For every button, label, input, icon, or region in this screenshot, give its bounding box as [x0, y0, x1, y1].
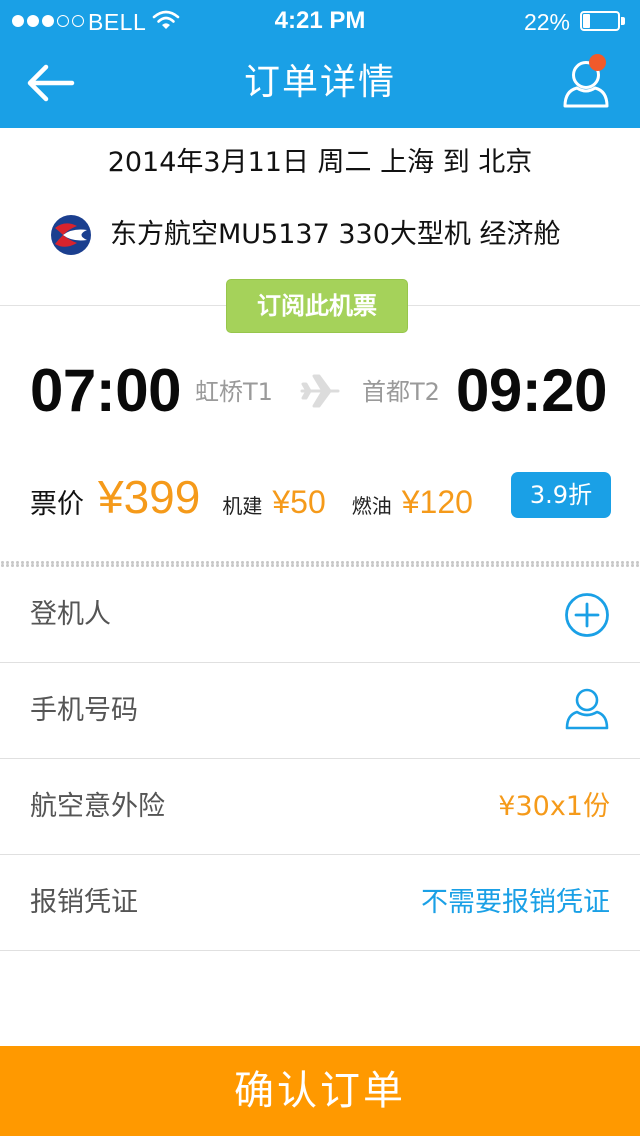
status-bar: BELL 4:21 PM 22%: [0, 0, 640, 40]
insurance-row[interactable]: 航空意外险 ¥30x1份: [0, 759, 640, 855]
passenger-row[interactable]: 登机人: [0, 567, 640, 663]
airport-fee-label: 机建: [222, 494, 263, 518]
flight-date-route: 2014年3月11日 周二 上海 到 北京: [107, 147, 533, 178]
airplane-icon: [300, 374, 340, 408]
user-profile-icon[interactable]: [557, 53, 617, 113]
ticket-price: ¥399: [98, 471, 201, 523]
confirm-order-button[interactable]: 确认订单: [0, 1046, 640, 1136]
passenger-label: 登机人: [30, 599, 111, 630]
fuel-fee-label: 燃油: [351, 494, 392, 518]
receipt-label: 报销凭证: [30, 887, 138, 918]
airport-fee-value: ¥50: [272, 484, 326, 520]
phone-label: 手机号码: [30, 695, 138, 726]
arrival-time: 09:20: [456, 357, 607, 424]
contact-person-icon[interactable]: [564, 685, 610, 731]
order-detail-screen: BELL 4:21 PM 22% 订单详情 2014年3月11日 周二 上海 到…: [0, 0, 640, 1136]
header: BELL 4:21 PM 22% 订单详情: [0, 0, 640, 128]
fuel-fee-value: ¥120: [401, 484, 473, 520]
receipt-value: 不需要报销凭证: [421, 887, 610, 918]
airline-info-row: 东方航空MU5137 330大型机 经济舱: [50, 210, 560, 260]
insurance-label: 航空意外险: [30, 791, 165, 822]
add-passenger-icon[interactable]: [564, 592, 610, 638]
departure-time: 07:00: [30, 357, 181, 424]
discount-badge: 3.9折: [511, 472, 611, 518]
price-label: 票价: [30, 489, 84, 520]
receipt-row[interactable]: 报销凭证 不需要报销凭证: [0, 855, 640, 951]
battery-percent: 22%: [523, 9, 570, 35]
china-eastern-logo-icon: [51, 215, 91, 255]
price-row: 票价 ¥399 机建 ¥50 燃油 ¥120: [30, 470, 499, 526]
nav-bar: 订单详情: [0, 40, 640, 128]
page-title: 订单详情: [243, 62, 396, 103]
airline-flight-info: 东方航空MU5137 330大型机 经济舱: [110, 219, 561, 250]
departure-airport: 虹桥T1: [195, 378, 273, 406]
notification-dot: [589, 54, 606, 71]
subscribe-ticket-button[interactable]: 订阅此机票: [226, 279, 408, 333]
battery-icon: [580, 11, 626, 31]
phone-row[interactable]: 手机号码: [0, 663, 640, 759]
insurance-value: ¥30x1份: [498, 791, 610, 822]
arrival-airport: 首都T2: [362, 378, 440, 406]
